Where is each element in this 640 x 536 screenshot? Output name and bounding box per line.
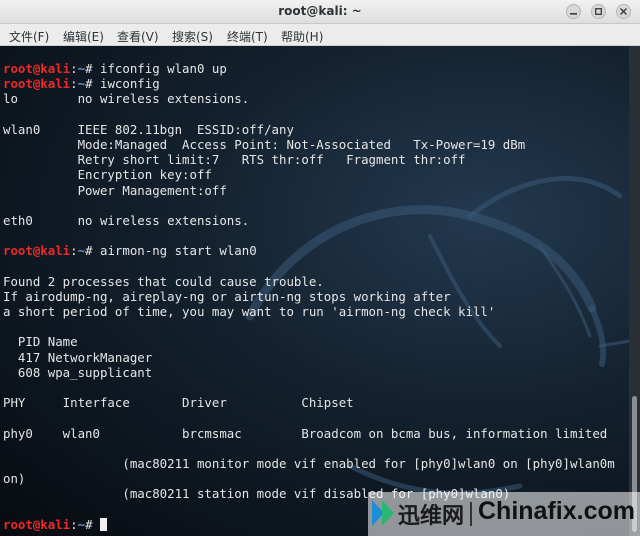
- maximize-button[interactable]: [591, 4, 606, 19]
- prompt-symbol: #: [85, 516, 100, 532]
- watermark-cn-text: 迅维网: [398, 504, 465, 529]
- terminal-output-line: 608 wpa_supplicant: [3, 365, 615, 380]
- prompt-path: ~: [77, 516, 86, 532]
- terminal-output-line: 417 NetworkManager: [3, 350, 615, 365]
- output-text: (mac80211 monitor mode vif enabled for […: [3, 455, 615, 471]
- terminal-output-line: phy0 wlan0 brcmsmac Broadcom on bcma bus…: [3, 426, 615, 441]
- terminal-command-line: root@kali:~# airmon-ng start wlan0: [3, 243, 615, 258]
- terminal-output-line: lo no wireless extensions.: [3, 91, 615, 106]
- prompt-path: ~: [77, 61, 86, 76]
- output-text: If airodump-ng, aireplay-ng or airtun-ng…: [3, 288, 451, 304]
- prompt-separator: :: [70, 516, 78, 532]
- menu-edit[interactable]: 编辑(E): [63, 28, 104, 45]
- terminal-output: root@kali:~# ifconfig wlan0 up root@kali:…: [3, 61, 615, 532]
- menu-terminal[interactable]: 终端(T): [227, 28, 268, 45]
- terminal-output-line: (mac80211 monitor mode vif enabled for […: [3, 455, 615, 471]
- menu-view[interactable]: 查看(V): [117, 28, 159, 45]
- terminal-output-line: on): [3, 471, 615, 486]
- output-text: wlan0 IEEE 802.11bgn ESSID:off/any: [3, 121, 309, 137]
- prompt-path: ~: [77, 76, 86, 92]
- output-text: 417 NetworkManager: [3, 349, 153, 365]
- prompt-user-host: root@kali: [3, 61, 71, 76]
- prompt-separator: :: [70, 76, 78, 92]
- close-button[interactable]: [616, 4, 631, 19]
- terminal-command-line: root@kali:~# ifconfig wlan0 up: [3, 61, 615, 76]
- menu-file[interactable]: 文件(F): [9, 28, 49, 45]
- scrollbar[interactable]: [629, 46, 640, 536]
- output-text: Retry short limit:7 RTS thr:off Fragment…: [3, 152, 466, 168]
- watermark-en-text: Chinafix.com: [478, 497, 635, 525]
- prompt-user-host: root@kali: [3, 76, 71, 92]
- menu-bar: 文件(F) 编辑(E) 查看(V) 搜索(S) 终端(T) 帮助(H): [0, 24, 640, 46]
- output-text: PHY Interface Driver Chipset: [3, 395, 354, 411]
- command-text: airmon-ng start wlan0: [100, 243, 257, 259]
- prompt-user-host: root@kali: [3, 516, 71, 532]
- watermark: 迅维网 Chinafix.com: [368, 492, 640, 536]
- prompt-user-host: root@kali: [3, 243, 71, 259]
- terminal-output-line: eth0 no wireless extensions.: [3, 213, 615, 228]
- terminal-output-line: wlan0 IEEE 802.11bgn ESSID:off/any: [3, 122, 615, 137]
- chinafix-logo-icon: [372, 500, 394, 526]
- prompt-symbol: #: [85, 61, 100, 76]
- prompt-symbol: #: [85, 243, 100, 259]
- output-text: lo no wireless extensions.: [3, 91, 250, 107]
- minimize-button[interactable]: [566, 4, 581, 19]
- terminal-output-line: PID Name: [3, 334, 615, 349]
- minimize-icon: [570, 13, 577, 15]
- terminal-output-line: Retry short limit:7 RTS thr:off Fragment…: [3, 152, 615, 167]
- watermark-divider: [470, 502, 472, 526]
- menu-search[interactable]: 搜索(S): [172, 28, 213, 45]
- terminal-output-line: Encryption key:off: [3, 167, 615, 182]
- prompt-path: ~: [77, 243, 86, 259]
- terminal-command-line: root@kali:~# iwconfig: [3, 76, 615, 91]
- command-text: iwconfig: [100, 76, 160, 92]
- title-bar[interactable]: root@kali: ~: [0, 0, 640, 24]
- terminal-output-line: PHY Interface Driver Chipset: [3, 395, 615, 410]
- terminal-output-line: If airodump-ng, aireplay-ng or airtun-ng…: [3, 289, 615, 304]
- prompt-separator: :: [70, 61, 78, 76]
- output-text: 608 wpa_supplicant: [3, 364, 153, 380]
- output-text: a short period of time, you may want to …: [3, 304, 496, 319]
- close-icon: [620, 8, 627, 15]
- command-text: ifconfig wlan0 up: [100, 61, 227, 76]
- maximize-icon: [595, 8, 602, 15]
- terminal-output-line: Power Management:off: [3, 183, 615, 198]
- terminal-output-line: Mode:Managed Access Point: Not-Associate…: [3, 137, 615, 152]
- terminal-window: root@kali: ~ 文件(F) 编辑(E) 查看(V) 搜索(S) 终端(…: [0, 0, 640, 536]
- output-text: on): [3, 471, 26, 487]
- output-text: phy0 wlan0 brcmsmac Broadcom on bcma bus…: [3, 425, 608, 441]
- prompt-symbol: #: [85, 76, 100, 92]
- output-text: Found 2 processes that could cause troub…: [3, 273, 324, 289]
- window-title: root@kali: ~: [278, 4, 362, 18]
- terminal-output-line: Found 2 processes that could cause troub…: [3, 274, 615, 289]
- output-text: Power Management:off: [3, 182, 227, 198]
- terminal-area[interactable]: root@kali:~# ifconfig wlan0 up root@kali:…: [0, 46, 640, 536]
- prompt-separator: :: [70, 243, 78, 259]
- output-text: Encryption key:off: [3, 167, 212, 183]
- menu-help[interactable]: 帮助(H): [281, 28, 323, 45]
- text-cursor: [100, 517, 107, 531]
- terminal-output-line: a short period of time, you may want to …: [3, 304, 615, 319]
- output-text: eth0 no wireless extensions.: [3, 212, 250, 228]
- output-text: Mode:Managed Access Point: Not-Associate…: [3, 136, 548, 152]
- output-text: PID Name: [3, 334, 78, 350]
